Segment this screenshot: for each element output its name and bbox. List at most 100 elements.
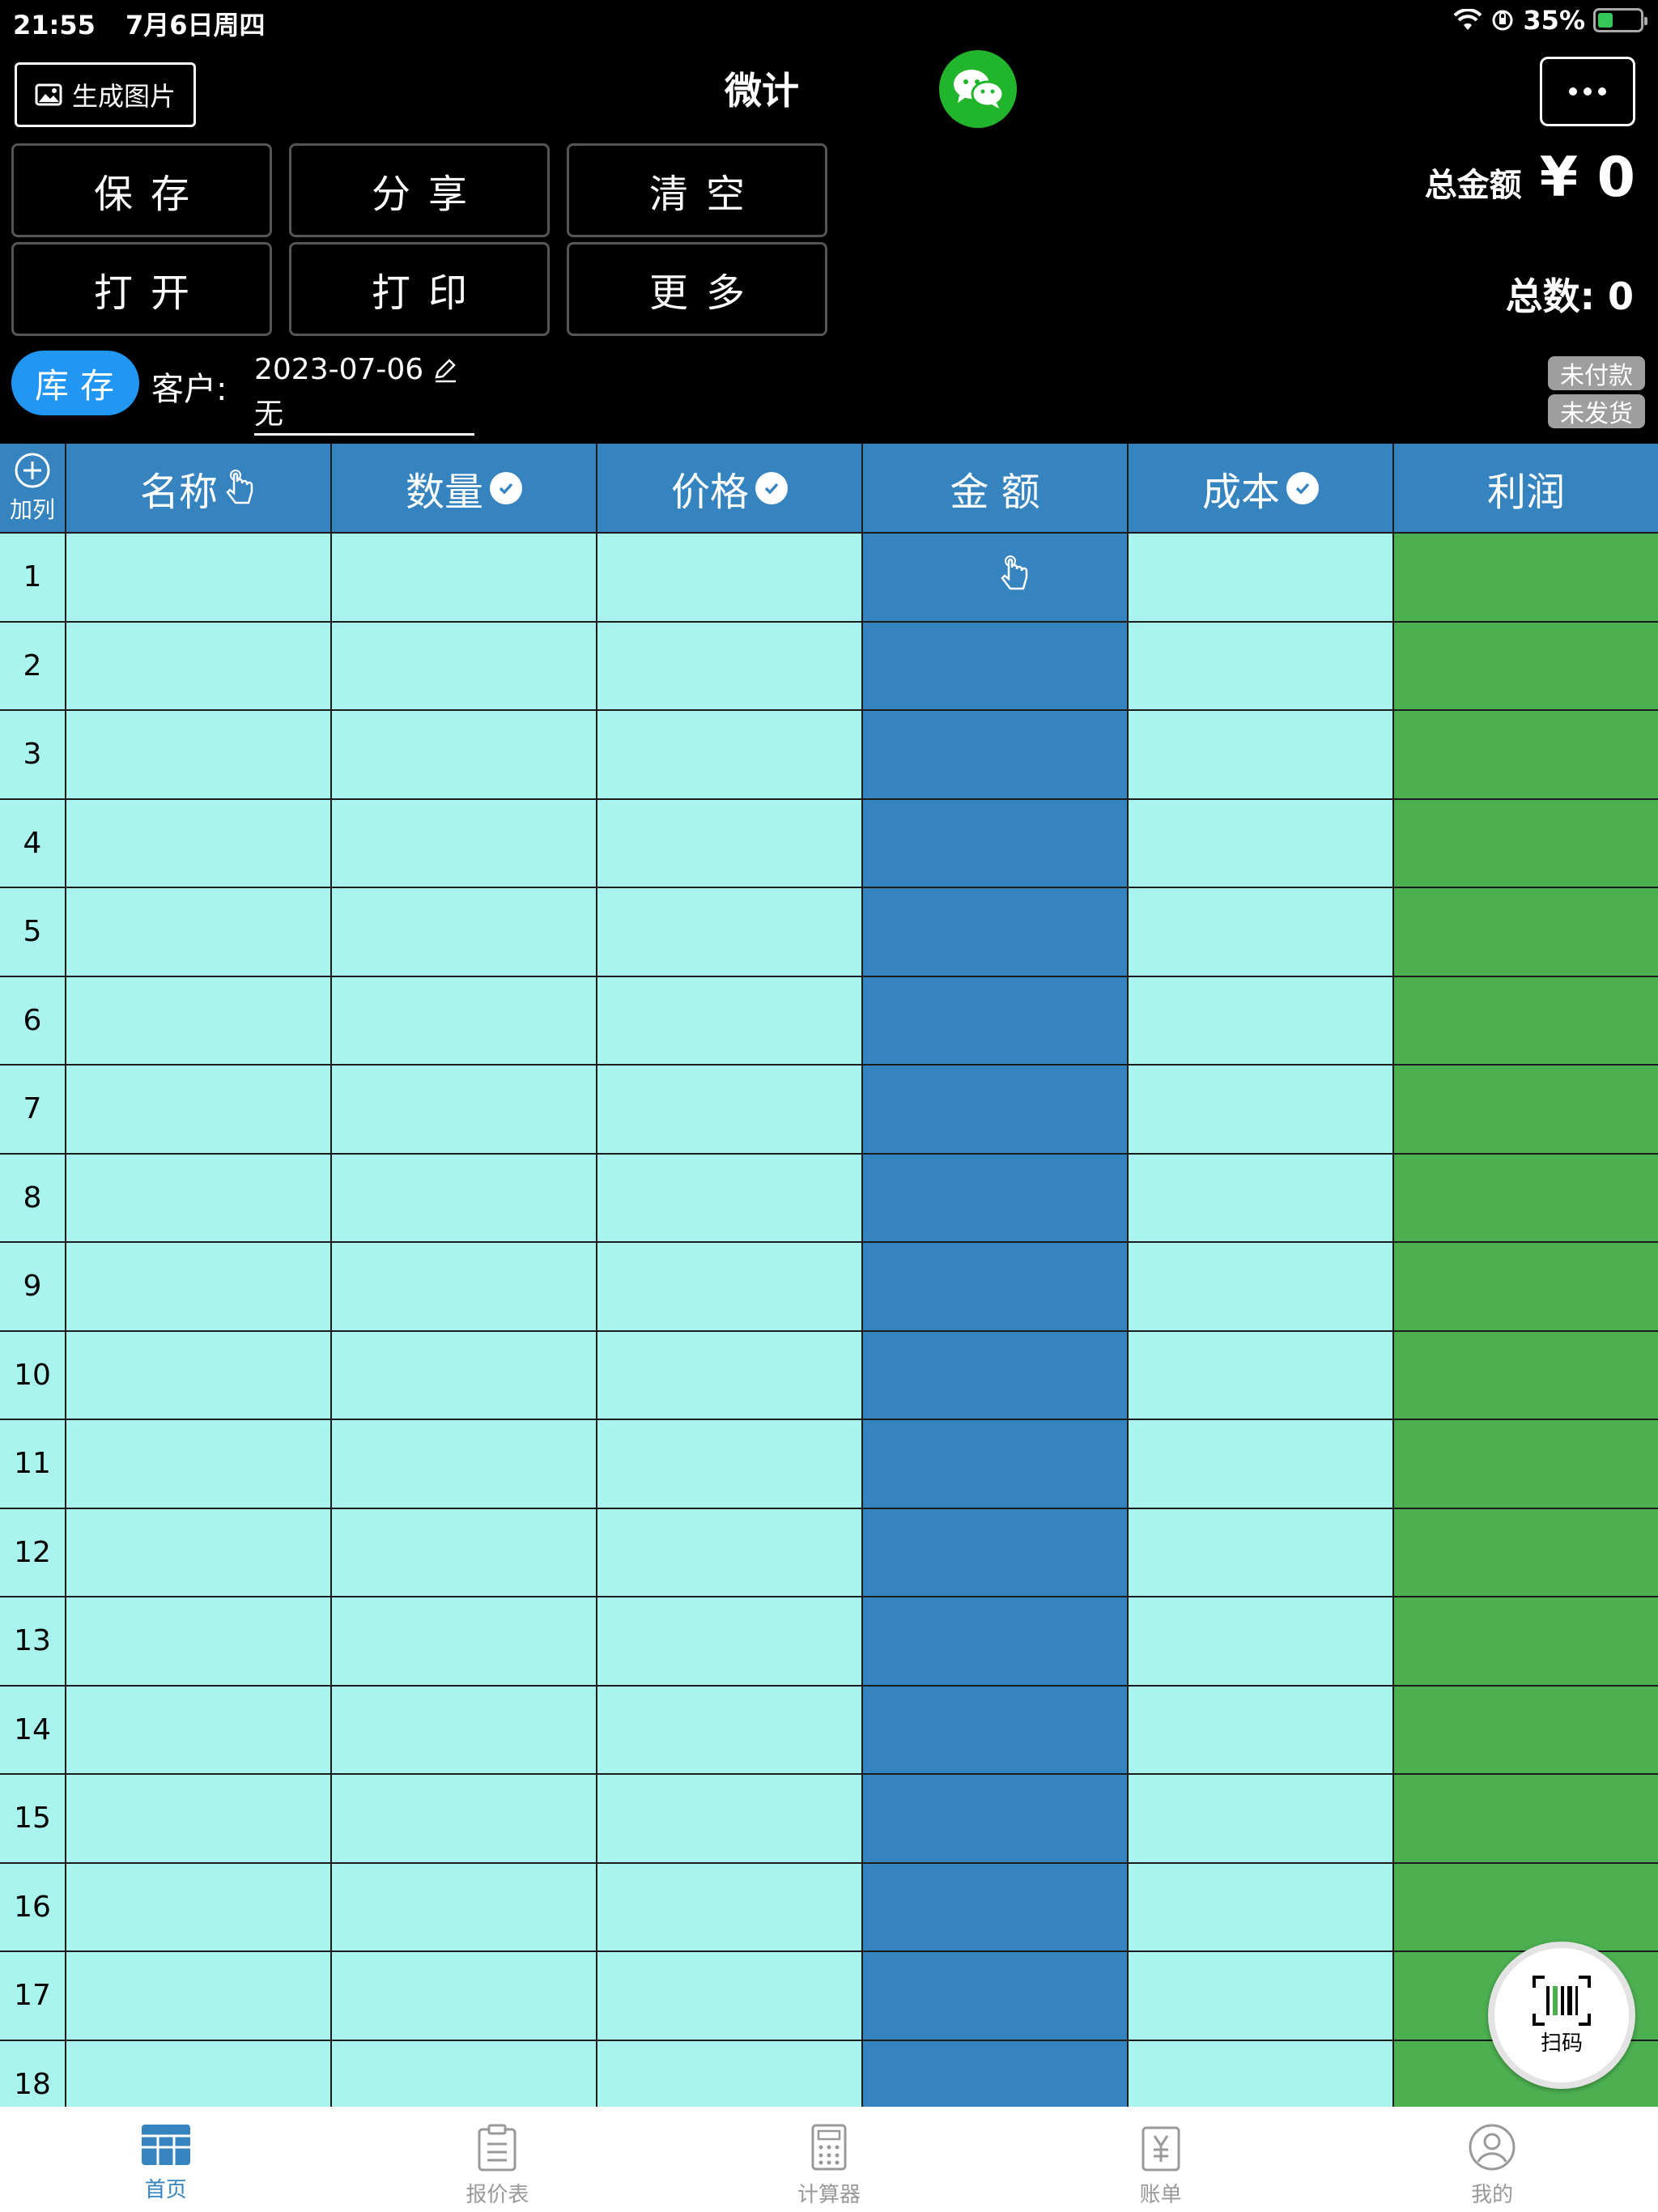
cell-price[interactable] [597, 1154, 863, 1241]
cell-amount[interactable] [863, 799, 1129, 887]
cell-quantity[interactable] [332, 1686, 597, 1773]
cell-price[interactable] [597, 1863, 863, 1950]
column-header-cost[interactable]: 成本 [1129, 444, 1394, 532]
cell-quantity[interactable] [332, 1597, 597, 1685]
cell-amount[interactable] [863, 1331, 1129, 1419]
cell-amount[interactable] [863, 1066, 1129, 1153]
cell-price[interactable] [597, 2040, 863, 2107]
tab-quote-sheet[interactable]: 报价表 [332, 2107, 664, 2212]
cell-name[interactable] [66, 1686, 332, 1773]
cell-cost[interactable] [1129, 1154, 1394, 1241]
cell-cost[interactable] [1129, 1952, 1394, 2040]
cell-amount[interactable] [863, 1952, 1129, 2040]
cell-cost[interactable] [1129, 888, 1394, 976]
cell-price[interactable] [597, 888, 863, 976]
open-button[interactable]: 打开 [11, 242, 272, 336]
cell-price[interactable] [597, 1597, 863, 1685]
cell-cost[interactable] [1129, 976, 1394, 1064]
customer-date-field[interactable]: 2023-07-06 [254, 353, 459, 386]
cell-profit[interactable] [1394, 1686, 1658, 1773]
tab-bills[interactable]: 账单 [995, 2107, 1327, 2212]
save-button[interactable]: 保存 [11, 143, 272, 237]
wechat-button[interactable] [939, 50, 1017, 128]
cell-name[interactable] [66, 1775, 332, 1862]
cell-quantity[interactable] [332, 622, 597, 709]
cell-quantity[interactable] [332, 1508, 597, 1596]
cell-price[interactable] [597, 1775, 863, 1862]
cell-amount[interactable] [863, 534, 1129, 621]
column-header-quantity[interactable]: 数量 [332, 444, 597, 532]
cell-cost[interactable] [1129, 711, 1394, 798]
cell-amount[interactable] [863, 711, 1129, 798]
cell-profit[interactable] [1394, 1066, 1658, 1153]
cell-amount[interactable] [863, 1420, 1129, 1508]
cell-quantity[interactable] [332, 534, 597, 621]
scan-button[interactable]: 扫码 [1488, 1942, 1635, 2089]
cell-name[interactable] [66, 711, 332, 798]
cell-quantity[interactable] [332, 1243, 597, 1330]
cell-cost[interactable] [1129, 1066, 1394, 1153]
tab-profile[interactable]: 我的 [1326, 2107, 1658, 2212]
cell-profit[interactable] [1394, 1243, 1658, 1330]
cell-profit[interactable] [1394, 799, 1658, 887]
cell-amount[interactable] [863, 622, 1129, 709]
cell-name[interactable] [66, 1863, 332, 1950]
cell-price[interactable] [597, 711, 863, 798]
cell-cost[interactable] [1129, 1508, 1394, 1596]
cell-profit[interactable] [1394, 711, 1658, 798]
cell-profit[interactable] [1394, 1508, 1658, 1596]
add-column-button[interactable]: 加列 [0, 444, 66, 532]
cell-price[interactable] [597, 622, 863, 709]
cell-amount[interactable] [863, 1508, 1129, 1596]
column-header-name[interactable]: 名称 [66, 444, 332, 532]
cell-name[interactable] [66, 1243, 332, 1330]
column-header-amount[interactable]: 金 额 [863, 444, 1129, 532]
cell-quantity[interactable] [332, 1863, 597, 1950]
cell-profit[interactable] [1394, 888, 1658, 976]
cell-profit[interactable] [1394, 1597, 1658, 1685]
cell-price[interactable] [597, 976, 863, 1064]
cell-quantity[interactable] [332, 711, 597, 798]
cell-name[interactable] [66, 1154, 332, 1241]
cell-price[interactable] [597, 1508, 863, 1596]
cell-profit[interactable] [1394, 534, 1658, 621]
customer-name[interactable]: 无 [254, 390, 283, 432]
cell-profit[interactable] [1394, 1775, 1658, 1862]
cell-cost[interactable] [1129, 1331, 1394, 1419]
cell-quantity[interactable] [332, 1952, 597, 2040]
cell-price[interactable] [597, 1331, 863, 1419]
print-button[interactable]: 打印 [289, 242, 550, 336]
cell-cost[interactable] [1129, 1597, 1394, 1685]
cell-amount[interactable] [863, 1154, 1129, 1241]
cell-name[interactable] [66, 622, 332, 709]
cell-cost[interactable] [1129, 1420, 1394, 1508]
column-header-price[interactable]: 价格 [597, 444, 863, 532]
clear-button[interactable]: 清空 [567, 143, 827, 237]
cell-name[interactable] [66, 799, 332, 887]
cell-price[interactable] [597, 1686, 863, 1773]
cell-quantity[interactable] [332, 1775, 597, 1862]
cell-quantity[interactable] [332, 1066, 597, 1153]
cell-profit[interactable] [1394, 622, 1658, 709]
cell-amount[interactable] [863, 888, 1129, 976]
cell-cost[interactable] [1129, 1686, 1394, 1773]
cell-name[interactable] [66, 888, 332, 976]
edit-icon[interactable] [432, 356, 459, 384]
generate-image-button[interactable]: 生成图片 [15, 62, 196, 127]
cell-price[interactable] [597, 534, 863, 621]
cell-amount[interactable] [863, 2040, 1129, 2107]
cell-name[interactable] [66, 1066, 332, 1153]
cell-profit[interactable] [1394, 976, 1658, 1064]
cell-quantity[interactable] [332, 888, 597, 976]
cell-price[interactable] [597, 1420, 863, 1508]
cell-amount[interactable] [863, 1775, 1129, 1862]
cell-amount[interactable] [863, 1597, 1129, 1685]
cell-cost[interactable] [1129, 1775, 1394, 1862]
cell-price[interactable] [597, 1066, 863, 1153]
cell-cost[interactable] [1129, 1863, 1394, 1950]
cell-cost[interactable] [1129, 799, 1394, 887]
tab-calculator[interactable]: 计算器 [663, 2107, 995, 2212]
cell-cost[interactable] [1129, 2040, 1394, 2107]
cell-profit[interactable] [1394, 1863, 1658, 1950]
cell-name[interactable] [66, 1331, 332, 1419]
